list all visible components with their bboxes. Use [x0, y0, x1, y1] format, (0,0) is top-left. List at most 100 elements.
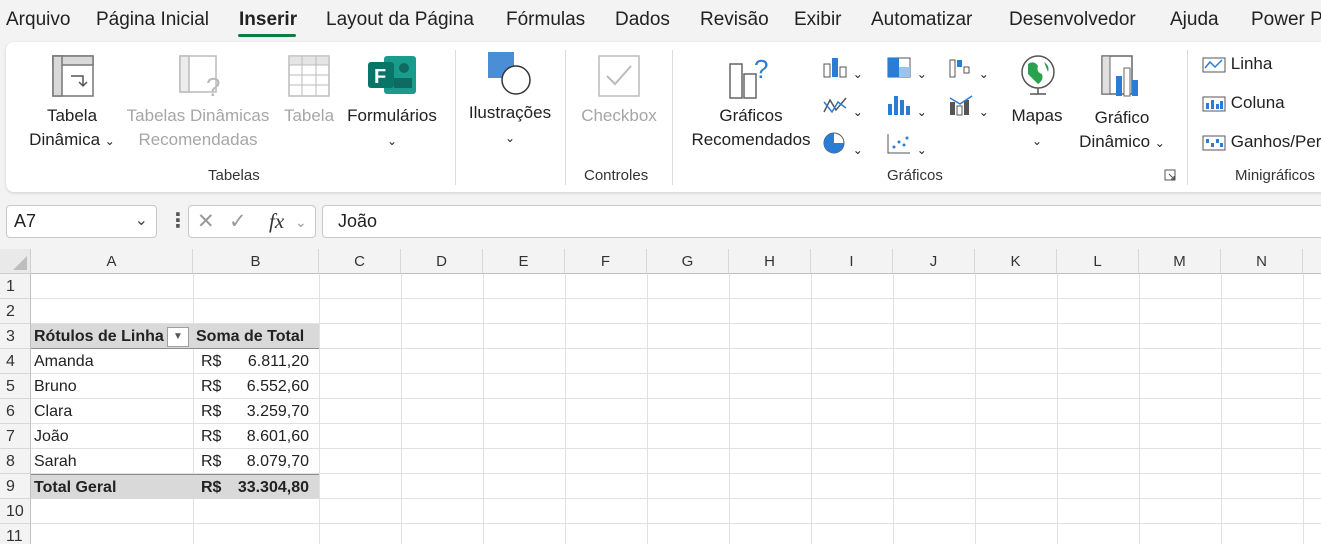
- more-options-icon[interactable]: ⋮: [168, 208, 188, 233]
- hierarchy-chart-icon: [887, 57, 911, 78]
- row-header-9[interactable]: 9: [0, 474, 31, 499]
- currency-symbol: R$: [201, 378, 222, 395]
- menu-revisao[interactable]: Revisão: [700, 9, 769, 31]
- recommended-pivot-button[interactable]: Tabelas Dinâmicas Recomendadas: [123, 104, 273, 152]
- pivot-row-value[interactable]: 8.601,60: [247, 424, 309, 449]
- row-header-1[interactable]: 1: [0, 274, 31, 299]
- scatter-chart-button[interactable]: ⌄: [886, 132, 927, 159]
- menu-exibir[interactable]: Exibir: [794, 9, 842, 31]
- select-all-corner[interactable]: [0, 249, 31, 274]
- combo-chart-button[interactable]: ⌄: [948, 94, 989, 121]
- cancel-icon[interactable]: ✕: [197, 209, 215, 234]
- column-header-g[interactable]: G: [647, 249, 729, 274]
- pie-chart-button[interactable]: ⌄: [822, 132, 863, 159]
- row-header-4[interactable]: 4: [0, 349, 31, 374]
- row-header-8[interactable]: 8: [0, 449, 31, 474]
- column-header-e[interactable]: E: [483, 249, 565, 274]
- menu-power-pivot[interactable]: Power P: [1251, 9, 1321, 31]
- pivot-row-label[interactable]: Bruno: [31, 374, 193, 399]
- row-header-3[interactable]: 3: [0, 324, 31, 349]
- menu-pagina-inicial[interactable]: Página Inicial: [96, 9, 209, 31]
- menu-formulas[interactable]: Fórmulas: [506, 9, 585, 31]
- gridline: [729, 274, 730, 544]
- pivot-row-label[interactable]: Sarah: [31, 449, 193, 474]
- pivot-row-value[interactable]: 3.259,70: [247, 399, 309, 424]
- pivot-total-label[interactable]: Total Geral: [31, 474, 193, 499]
- column-header-k[interactable]: K: [975, 249, 1057, 274]
- maps-button[interactable]: Mapas ⌄: [1004, 104, 1070, 153]
- sparkline-line-button[interactable]: Linha: [1202, 54, 1272, 75]
- sparkline-column-icon: [1202, 96, 1226, 112]
- formula-input[interactable]: João: [322, 205, 1321, 238]
- pivot-row-label-selected[interactable]: João: [31, 424, 193, 449]
- sparkline-column-label: Coluna: [1230, 93, 1285, 112]
- recommended-charts-button[interactable]: Gráficos Recomendados: [684, 104, 818, 152]
- forms-button[interactable]: Formulários ⌄: [342, 104, 442, 153]
- row-header-2[interactable]: 2: [0, 299, 31, 324]
- pivot-row-value[interactable]: 6.552,60: [247, 374, 309, 399]
- line-chart-button[interactable]: ⌄: [822, 94, 863, 121]
- menu-dados[interactable]: Dados: [615, 9, 670, 31]
- checkbox-icon: [598, 55, 640, 97]
- sparkline-column-button[interactable]: Coluna: [1202, 93, 1285, 114]
- menu-ajuda[interactable]: Ajuda: [1170, 9, 1219, 31]
- menu-arquivo[interactable]: Arquivo: [6, 9, 70, 31]
- formula-bar: A7 ⌄ ⋮ ✕ ✓ fx ⌄ João: [0, 200, 1321, 242]
- name-box[interactable]: A7 ⌄: [6, 205, 157, 238]
- chevron-down-icon[interactable]: ⌄: [295, 214, 307, 231]
- sparkline-winloss-button[interactable]: Ganhos/Per: [1202, 132, 1321, 153]
- maps-label: Mapas: [1011, 106, 1063, 125]
- pivot-row-label[interactable]: Amanda: [31, 349, 193, 374]
- table-button[interactable]: Tabela: [278, 104, 340, 128]
- spreadsheet-grid: A B C D E F G H I J K L M N 1 2 3 4 5 6 …: [0, 249, 1321, 544]
- pivot-total-cell[interactable]: R$ 33.304,80: [193, 474, 319, 499]
- column-header-m[interactable]: M: [1139, 249, 1221, 274]
- pivot-row-label[interactable]: Clara: [31, 399, 193, 424]
- column-header-i[interactable]: I: [811, 249, 893, 274]
- hierarchy-chart-button[interactable]: ⌄: [886, 56, 927, 83]
- pivot-table-button[interactable]: Tabela Dinâmica ⌄: [21, 104, 123, 153]
- column-header-f[interactable]: F: [565, 249, 647, 274]
- column-header-l[interactable]: L: [1057, 249, 1139, 274]
- statistic-chart-button[interactable]: ⌄: [886, 94, 927, 121]
- insert-function-icon[interactable]: fx: [269, 209, 284, 234]
- row-header-6[interactable]: 6: [0, 399, 31, 424]
- pivot-chart-button[interactable]: Gráfico Dinâmico ⌄: [1070, 106, 1174, 155]
- row-header-5[interactable]: 5: [0, 374, 31, 399]
- illustrations-button[interactable]: Ilustrações ⌄: [464, 101, 556, 150]
- dialog-launcher-icon[interactable]: [1164, 169, 1176, 181]
- row-header-7[interactable]: 7: [0, 424, 31, 449]
- row-header-11[interactable]: 11: [0, 524, 31, 544]
- menu-layout-da-pagina[interactable]: Layout da Página: [326, 9, 474, 31]
- chevron-down-icon: ⌄: [916, 143, 927, 157]
- row-header-10[interactable]: 10: [0, 499, 31, 524]
- checkbox-label: Checkbox: [581, 106, 657, 125]
- menu-automatizar[interactable]: Automatizar: [871, 9, 972, 31]
- filter-dropdown-icon[interactable]: ▼: [167, 327, 189, 347]
- column-header-j[interactable]: J: [893, 249, 975, 274]
- column-header-h[interactable]: H: [729, 249, 811, 274]
- column-header-a[interactable]: A: [31, 249, 193, 274]
- chevron-down-icon[interactable]: ⌄: [135, 210, 148, 230]
- chevron-down-icon: ⌄: [1154, 136, 1165, 150]
- enter-icon[interactable]: ✓: [229, 209, 247, 234]
- menu-desenvolvedor[interactable]: Desenvolvedor: [1009, 9, 1136, 31]
- pivot-header-values[interactable]: Soma de Total: [193, 324, 319, 349]
- menu-inserir[interactable]: Inserir: [239, 9, 297, 31]
- checkbox-button[interactable]: Checkbox: [576, 104, 662, 128]
- column-header-c[interactable]: C: [319, 249, 401, 274]
- column-header-n[interactable]: N: [1221, 249, 1303, 274]
- pivot-row-value[interactable]: 8.079,70: [247, 449, 309, 474]
- gridline: [483, 274, 484, 544]
- svg-text:?: ?: [754, 54, 768, 84]
- table-icon: [288, 55, 330, 97]
- column-header-o[interactable]: [1303, 249, 1321, 274]
- column-header-b[interactable]: B: [193, 249, 319, 274]
- pivot-row-value[interactable]: 6.811,20: [248, 349, 309, 374]
- gridline: [31, 448, 1321, 449]
- column-header-d[interactable]: D: [401, 249, 483, 274]
- column-chart-button[interactable]: ⌄: [822, 56, 863, 83]
- recommended-charts-label-1: Gráficos: [719, 106, 783, 125]
- waterfall-chart-button[interactable]: ⌄: [948, 56, 989, 83]
- active-tab-indicator: [238, 34, 296, 37]
